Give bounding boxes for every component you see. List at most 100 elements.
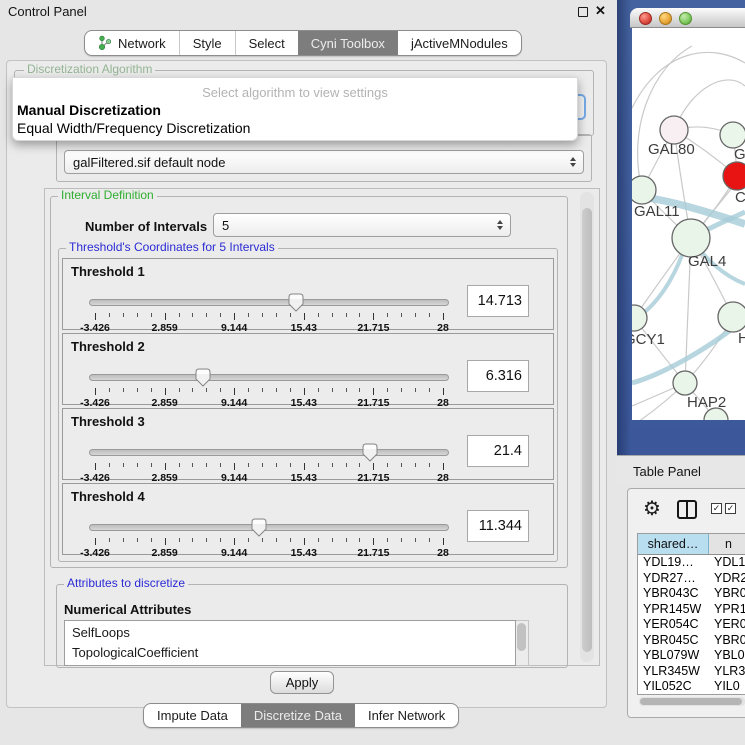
attribute-list-item[interactable]: SelfLoops	[65, 623, 515, 643]
table-row[interactable]: YIL052CYIL0	[638, 679, 745, 695]
cell-name[interactable]: YBR0	[709, 633, 745, 649]
column-header-shared[interactable]: shared…	[638, 534, 709, 554]
tick-mark	[123, 538, 124, 542]
network-window-titlebar[interactable]	[630, 8, 745, 28]
slider-track[interactable]	[89, 524, 449, 531]
threshold-slider[interactable]: -3.4262.8599.14415.4321.71528	[89, 514, 465, 554]
slider-track[interactable]	[89, 299, 449, 306]
cell-name[interactable]: YIL0	[709, 679, 745, 695]
threshold-value-field[interactable]	[467, 510, 529, 542]
table-row[interactable]: YDR27…YDR2	[638, 571, 745, 587]
settings-vertical-scrollbar[interactable]	[580, 192, 594, 662]
tick-mark	[429, 463, 430, 467]
table-row[interactable]: YBL079WYBL0	[638, 648, 745, 664]
cell-shared-name[interactable]: YBR043C	[638, 586, 709, 602]
mac-close-icon[interactable]	[639, 12, 652, 25]
popup-option-manual-discretization[interactable]: Manual Discretization	[16, 102, 576, 118]
cell-name[interactable]: YER0	[709, 617, 745, 633]
slider-thumb[interactable]	[288, 293, 304, 312]
cell-shared-name[interactable]: YER054C	[638, 617, 709, 633]
checkbox-icon-1[interactable]: ✓	[711, 503, 722, 514]
tab-select[interactable]: Select	[235, 31, 298, 55]
attributes-scrollbar[interactable]	[516, 620, 529, 666]
cell-name[interactable]: YBL0	[709, 648, 745, 664]
table-row[interactable]: YPR145WYPR1	[638, 602, 745, 618]
numerical-attributes-label: Numerical Attributes	[64, 602, 191, 617]
threshold-label: Threshold 2	[71, 339, 145, 354]
table-row[interactable]: YDL19…YDL1	[638, 555, 745, 571]
cell-shared-name[interactable]: YBL079W	[638, 648, 709, 664]
table-row[interactable]: YBR043CYBR0	[638, 586, 745, 602]
threshold-slider[interactable]: -3.4262.8599.14415.4321.71528	[89, 439, 465, 479]
cell-name[interactable]: YBR0	[709, 586, 745, 602]
slider-thumb[interactable]	[362, 443, 378, 462]
table-row[interactable]: YER054CYER0	[638, 617, 745, 633]
node-attribute-table: shared… n YDL19…YDL1YDR27…YDR2YBR043CYBR…	[637, 533, 745, 695]
cell-name[interactable]: YPR1	[709, 602, 745, 618]
slider-track[interactable]	[89, 449, 449, 456]
tick-mark	[137, 538, 138, 542]
number-of-intervals-value: 5	[222, 218, 229, 233]
tab-jactivemnodules[interactable]: jActiveMNodules	[398, 31, 521, 55]
column-view-icon[interactable]	[677, 500, 697, 519]
threshold-slider[interactable]: -3.4262.8599.14415.4321.71528	[89, 364, 465, 404]
cell-name[interactable]: YDR2	[709, 571, 745, 587]
cell-shared-name[interactable]: YDR27…	[638, 571, 709, 587]
column-header-name[interactable]: n	[709, 534, 745, 554]
network-node[interactable]	[672, 219, 710, 257]
close-icon[interactable]: ✕	[595, 3, 606, 19]
network-node[interactable]	[632, 305, 647, 331]
scrollbar-thumb[interactable]	[517, 623, 526, 651]
cell-name[interactable]: YLR3	[709, 664, 745, 680]
threshold-value-field[interactable]	[467, 360, 529, 392]
slider-thumb[interactable]	[195, 368, 211, 387]
network-graph[interactable]: GAL80GACGAL11GAL4GCY1HHAP2	[632, 28, 745, 420]
number-of-intervals-combobox[interactable]: 5	[213, 213, 511, 237]
tab-style[interactable]: Style	[179, 31, 235, 55]
cell-shared-name[interactable]: YLR345W	[638, 664, 709, 680]
cell-shared-name[interactable]: YBR045C	[638, 633, 709, 649]
tab-cyni-toolbox[interactable]: Cyni Toolbox	[298, 31, 398, 55]
network-node[interactable]	[660, 116, 688, 144]
cell-shared-name[interactable]: YDL19…	[638, 555, 709, 571]
popup-option-equal-width-frequency[interactable]: Equal Width/Frequency Discretization	[16, 120, 576, 136]
attribute-list-item[interactable]: TopologicalCoefficient	[65, 643, 515, 663]
attribute-list-item[interactable]: BetweennessCentrality	[65, 663, 515, 666]
slider-thumb[interactable]	[251, 518, 267, 537]
tab-infer-network[interactable]: Infer Network	[355, 704, 458, 727]
network-node[interactable]	[720, 122, 745, 148]
float-window-icon[interactable]	[578, 7, 588, 17]
checkbox-icon-2[interactable]: ✓	[725, 503, 736, 514]
tab-impute-data[interactable]: Impute Data	[144, 704, 241, 727]
table-row[interactable]: YLR345WYLR3	[638, 664, 745, 680]
cell-shared-name[interactable]: YIL052C	[638, 679, 709, 695]
network-node[interactable]	[718, 302, 745, 332]
slider-track[interactable]	[89, 374, 449, 381]
network-node[interactable]	[673, 371, 697, 395]
apply-button[interactable]: Apply	[270, 671, 334, 694]
tab-network[interactable]: Network	[85, 31, 179, 55]
table-row[interactable]: YBR045CYBR0	[638, 633, 745, 649]
tick-mark	[262, 463, 263, 467]
cell-shared-name[interactable]: YPR145W	[638, 602, 709, 618]
threshold-slider[interactable]: -3.4262.8599.14415.4321.71528	[89, 289, 465, 329]
threshold-panel: Threshold 3 -3.4262.8599.14415.4321.7152…	[62, 408, 554, 480]
network-canvas[interactable]: GAL80GACGAL11GAL4GCY1HHAP2	[632, 28, 745, 420]
threshold-value-field[interactable]	[467, 435, 529, 467]
threshold-value-field[interactable]	[467, 285, 529, 317]
tab-discretize-data[interactable]: Discretize Data	[241, 704, 355, 727]
mac-minimize-icon[interactable]	[659, 12, 672, 25]
table-data-selected: galFiltered.sif default node	[73, 155, 225, 170]
tick-mark	[276, 388, 277, 392]
tick-mark	[151, 313, 152, 317]
gear-icon[interactable]: ⚙	[643, 497, 661, 521]
table-horizontal-scrollbar[interactable]	[639, 697, 745, 706]
cell-name[interactable]: YDL1	[709, 555, 745, 571]
network-node[interactable]	[723, 162, 745, 190]
tick-mark	[373, 538, 374, 545]
network-node[interactable]	[632, 176, 656, 204]
table-data-combobox[interactable]: galFiltered.sif default node	[64, 150, 584, 174]
mac-zoom-icon[interactable]	[679, 12, 692, 25]
scrollbar-thumb[interactable]	[640, 698, 742, 705]
scrollbar-thumb[interactable]	[582, 208, 592, 652]
